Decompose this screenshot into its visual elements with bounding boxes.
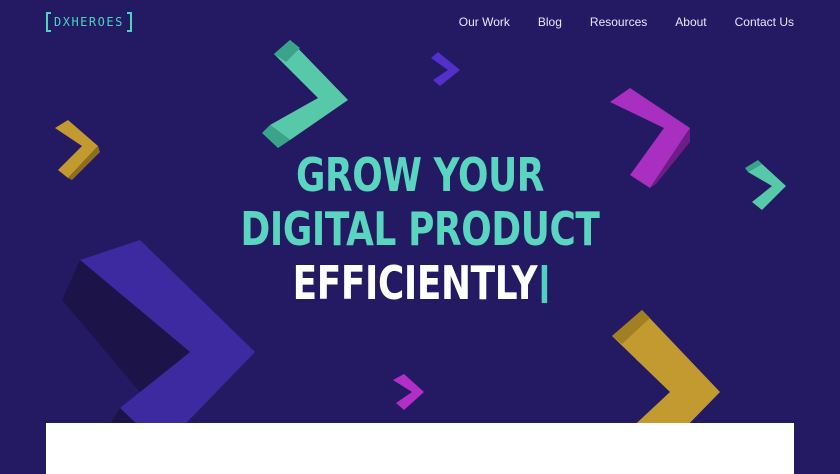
magenta-chevron-small-icon bbox=[393, 374, 424, 410]
content-panel bbox=[46, 423, 794, 474]
hero-line-2: DIGITAL PRODUCT bbox=[92, 202, 747, 256]
hero-headline: GROW YOUR DIGITAL PRODUCT EFFICIENTLY bbox=[0, 148, 840, 310]
hero-line-1: GROW YOUR bbox=[92, 148, 747, 202]
typing-cursor bbox=[542, 265, 547, 303]
purple-chevron-small-icon bbox=[431, 52, 460, 86]
hero-line-3: EFFICIENTLY bbox=[92, 256, 747, 310]
hero-line-3-text: EFFICIENTLY bbox=[293, 256, 538, 310]
teal-chevron-large-icon bbox=[262, 40, 348, 148]
